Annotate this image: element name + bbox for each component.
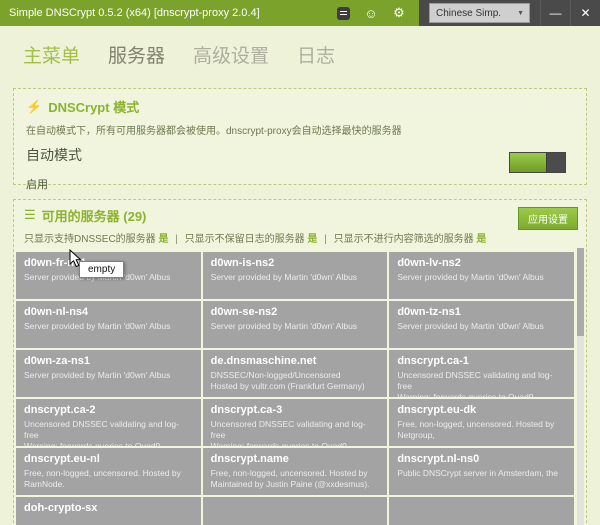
service-toggle[interactable] <box>509 152 566 173</box>
clipboard-icon-glyph <box>337 7 350 20</box>
window-title: Simple DNSCrypt 0.5.2 (x64) [dnscrypt-pr… <box>0 0 333 26</box>
server-name: dnscrypt.nl-ns0 <box>397 453 566 465</box>
minimize-button[interactable]: — <box>540 0 570 26</box>
filter-separator: | <box>175 234 178 245</box>
filter-nologs-label: 只显示不保留日志的服务器 <box>185 234 305 245</box>
server-card[interactable]: doh-crypto-sx <box>16 497 201 525</box>
server-card[interactable]: dnscrypt.ca-3 Uncensored DNSSEC validati… <box>203 399 388 446</box>
server-name: dnscrypt.ca-3 <box>211 404 380 416</box>
server-name: d0wn-lv-ns2 <box>397 257 566 269</box>
filter-dnssec-label: 只显示支持DNSSEC的服务器 <box>24 234 156 245</box>
server-name: d0wn-is-ns2 <box>211 257 380 269</box>
server-card[interactable]: dnscrypt.ca-1 Uncensored DNSSEC validati… <box>389 350 574 397</box>
dnscrypt-mode-panel: ⚡ DNSCrypt 模式 在自动模式下，所有可用服务器都会被使用。dnscry… <box>13 88 587 185</box>
filter-nofilter-label: 只显示不进行内容筛选的服务器 <box>334 234 474 245</box>
server-name: dnscrypt.ca-2 <box>24 404 193 416</box>
tab-main-menu[interactable]: 主菜单 <box>23 41 80 68</box>
mouse-cursor <box>69 249 82 273</box>
server-card[interactable] <box>203 497 388 525</box>
server-grid: d0wn-fr-ns1 Server provided by Martin 'd… <box>16 252 574 525</box>
mode-panel-header: ⚡ DNSCrypt 模式 <box>26 97 574 116</box>
filter-nofilter-toggle[interactable]: 是 <box>476 234 486 245</box>
filter-nologs-toggle[interactable]: 是 <box>307 234 317 245</box>
enabled-label: 启用 <box>26 176 574 192</box>
server-name: d0wn-tz-ns1 <box>397 306 566 318</box>
server-card[interactable]: d0wn-nl-ns4 Server provided by Martin 'd… <box>16 301 201 348</box>
server-name: dnscrypt.name <box>211 453 380 465</box>
server-description: DNSSEC/Non-logged/Uncensored Hosted by v… <box>211 370 380 392</box>
server-description: Server provided by Martin 'd0wn' Albus <box>397 272 566 283</box>
server-card[interactable]: dnscrypt.ca-2 Uncensored DNSSEC validati… <box>16 399 201 446</box>
server-description: Server provided by Martin 'd0wn' Albus <box>24 321 193 332</box>
server-card[interactable]: dnscrypt.eu-nl Free, non-logged, uncenso… <box>16 448 201 495</box>
server-card[interactable]: d0wn-tz-ns1 Server provided by Martin 'd… <box>389 301 574 348</box>
server-name: dnscrypt.ca-1 <box>397 355 566 367</box>
server-description: Server provided by Martin 'd0wn' Albus <box>211 272 380 283</box>
server-name: d0wn-za-ns1 <box>24 355 193 367</box>
server-name: de.dnsmaschine.net <box>211 355 380 367</box>
server-description: Free, non-logged, uncensored. Hosted by … <box>397 419 566 441</box>
language-dropdown[interactable]: Chinese Simp. ▼ <box>429 3 530 23</box>
server-name: d0wn-nl-ns4 <box>24 306 193 318</box>
app-window: Simple DNSCrypt 0.5.2 (x64) [dnscrypt-pr… <box>0 0 600 525</box>
smiley-icon[interactable]: ☺ <box>361 3 381 23</box>
server-card[interactable]: d0wn-is-ns2 Server provided by Martin 'd… <box>203 252 388 299</box>
server-name: d0wn-se-ns2 <box>211 306 380 318</box>
clipboard-icon[interactable] <box>333 3 353 23</box>
titlebar[interactable]: Simple DNSCrypt 0.5.2 (x64) [dnscrypt-pr… <box>0 0 600 26</box>
apply-settings-button[interactable]: 应用设置 <box>518 207 578 230</box>
server-card[interactable]: dnscrypt.nl-ns0 Public DNSCrypt server i… <box>389 448 574 495</box>
list-icon: ☰ <box>24 207 36 223</box>
mode-name: 自动模式 <box>26 145 574 165</box>
tab-log[interactable]: 日志 <box>297 41 335 68</box>
mode-description: 在自动模式下，所有可用服务器都会被使用。dnscrypt-proxy会自动选择最… <box>26 122 574 137</box>
server-description: Uncensored DNSSEC validating and log-fre… <box>24 419 193 446</box>
filter-separator: | <box>324 234 327 245</box>
server-description: Free, non-logged, uncensored. Hosted by … <box>211 468 380 490</box>
servers-panel-header: ☰ 可用的服务器 (29) 应用设置 <box>14 206 586 224</box>
scrollbar[interactable] <box>577 248 584 525</box>
server-filters: 只显示支持DNSSEC的服务器 是 | 只显示不保留日志的服务器 是 | 只显示… <box>14 224 586 248</box>
server-name: dnscrypt.eu-dk <box>397 404 566 416</box>
servers-panel-title: 可用的服务器 (29) <box>42 206 147 225</box>
titlebar-right-section: Chinese Simp. ▼ — ✕ <box>419 0 600 26</box>
mode-panel-title: DNSCrypt 模式 <box>48 97 139 116</box>
language-dropdown-value: Chinese Simp. <box>436 8 501 19</box>
filter-dnssec-toggle[interactable]: 是 <box>158 234 168 245</box>
server-name: dnscrypt.eu-nl <box>24 453 193 465</box>
server-card[interactable]: d0wn-lv-ns2 Server provided by Martin 'd… <box>389 252 574 299</box>
titlebar-icons: ☺ ⚙ <box>333 0 419 26</box>
server-card[interactable]: dnscrypt.eu-dk Free, non-logged, uncenso… <box>389 399 574 446</box>
server-card[interactable]: dnscrypt.name Free, non-logged, uncensor… <box>203 448 388 495</box>
server-card[interactable] <box>389 497 574 525</box>
server-description: Server provided by Martin 'd0wn' Albus <box>397 321 566 332</box>
server-card[interactable]: d0wn-se-ns2 Server provided by Martin 'd… <box>203 301 388 348</box>
chevron-down-icon: ▼ <box>517 10 524 17</box>
tooltip: empty <box>79 261 124 278</box>
server-name: doh-crypto-sx <box>24 502 193 514</box>
nav-tabs: 主菜单 服务器 高级设置 日志 <box>0 26 600 68</box>
server-description: Server provided by Martin 'd0wn' Albus <box>211 321 380 332</box>
server-description: Public DNSCrypt server in Amsterdam, the <box>397 468 566 479</box>
tab-advanced-settings[interactable]: 高级设置 <box>193 41 269 68</box>
server-card[interactable]: de.dnsmaschine.net DNSSEC/Non-logged/Unc… <box>203 350 388 397</box>
close-button[interactable]: ✕ <box>570 0 600 26</box>
flash-icon: ⚡ <box>26 99 42 115</box>
server-description: Free, non-logged, uncensored. Hosted by … <box>24 468 193 490</box>
toggle-handle <box>546 153 565 172</box>
tab-servers[interactable]: 服务器 <box>108 41 165 68</box>
scrollbar-thumb[interactable] <box>577 248 584 336</box>
available-servers-panel: ☰ 可用的服务器 (29) 应用设置 只显示支持DNSSEC的服务器 是 | 只… <box>13 199 587 525</box>
server-description: Uncensored DNSSEC validating and log-fre… <box>211 419 380 446</box>
gear-icon[interactable]: ⚙ <box>389 3 409 23</box>
server-card[interactable]: d0wn-za-ns1 Server provided by Martin 'd… <box>16 350 201 397</box>
server-description: Uncensored DNSSEC validating and log-fre… <box>397 370 566 397</box>
server-description: Server provided by Martin 'd0wn' Albus <box>24 370 193 381</box>
